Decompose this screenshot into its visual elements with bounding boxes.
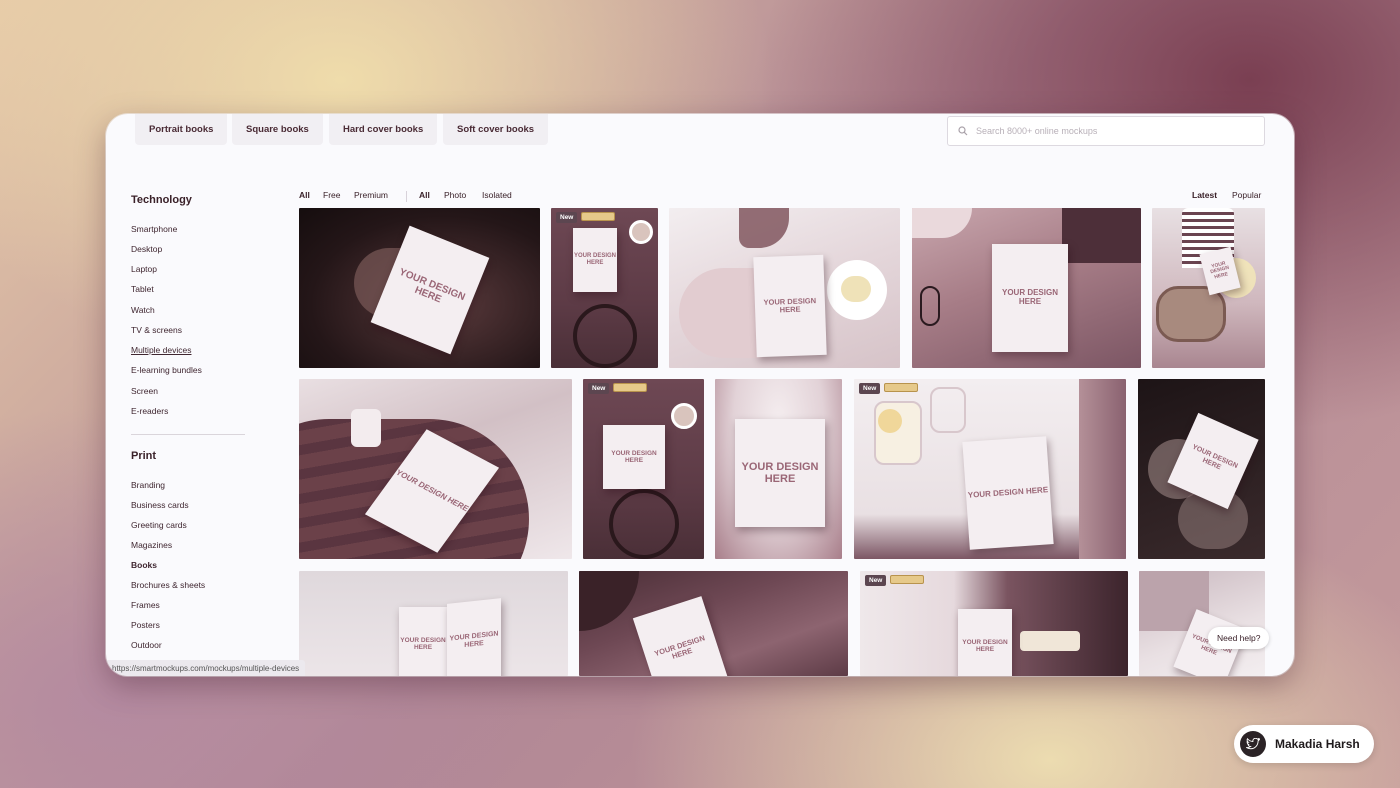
mockup-tile[interactable]: YOUR DESIGN HERE — [1152, 208, 1265, 368]
mockup-tile[interactable]: YOUR DESIGN HERE — [715, 379, 842, 559]
mockup-book-text: YOUR DESIGN HERE — [763, 295, 817, 315]
chip-square-books[interactable]: Square books — [232, 114, 323, 145]
mockup-tile[interactable]: YOUR DESIGN HERE — [579, 571, 848, 676]
search-input[interactable] — [976, 126, 1246, 136]
sidebar-item-e-learning-bundles[interactable]: E-learning bundles — [131, 365, 202, 375]
mockup-book-text: YOUR DESIGN HERE — [741, 460, 819, 485]
mockup-tile[interactable]: YOUR DESIGN HERE — [1139, 571, 1265, 676]
mockup-tile[interactable]: YOUR DESIGN HERE New — [860, 571, 1128, 676]
mockup-book-text: YOUR DESIGN HERE — [1209, 260, 1230, 281]
new-badge: New — [859, 383, 881, 394]
category-chip-bar: Portrait books Square books Hard cover b… — [106, 114, 1294, 154]
mockup-tile[interactable]: YOUR DESIGN HERE — [669, 208, 900, 368]
twitter-bird-icon — [1240, 731, 1266, 757]
filter-pricing-all[interactable]: All — [299, 190, 310, 200]
sort-popular[interactable]: Popular — [1232, 190, 1261, 200]
mockup-book: YOUR DESIGN HERE — [632, 596, 730, 676]
mockup-book-text: YOUR DESIGN HERE — [449, 630, 499, 650]
mockup-tile[interactable]: YOUR DESIGN HERE — [912, 208, 1141, 368]
sidebar-item-desktop[interactable]: Desktop — [131, 244, 162, 254]
premium-badge — [884, 383, 918, 392]
mockup-book-text: YOUR DESIGN HERE — [962, 638, 1008, 653]
sort-latest[interactable]: Latest — [1192, 190, 1217, 200]
sidebar-item-screen[interactable]: Screen — [131, 386, 158, 396]
chip-soft-cover-books[interactable]: Soft cover books — [443, 114, 549, 145]
mockup-book: YOUR DESIGN HERE — [399, 607, 447, 676]
sidebar-item-business-cards[interactable]: Business cards — [131, 500, 189, 510]
mockup-book-text: YOUR DESIGN HERE — [1190, 444, 1239, 472]
filter-pricing-free[interactable]: Free — [323, 190, 340, 200]
mockup-book: YOUR DESIGN HERE — [603, 425, 665, 489]
mockup-book-text: YOUR DESIGN HERE — [967, 484, 1049, 500]
mockup-book: YOUR DESIGN HERE — [735, 419, 825, 527]
sidebar-heading-print: Print — [131, 450, 157, 462]
mockup-book-text: YOUR DESIGN HERE — [573, 253, 616, 266]
mockup-tile[interactable]: YOUR DESIGN HERE New — [551, 208, 658, 368]
sidebar-item-tablet[interactable]: Tablet — [131, 284, 154, 294]
chip-hard-cover-books[interactable]: Hard cover books — [329, 114, 438, 145]
mockup-book-text: YOUR DESIGN HERE — [611, 449, 657, 464]
mockup-book: YOUR DESIGN HERE — [962, 436, 1054, 550]
mockup-book: YOUR DESIGN HERE — [447, 598, 501, 676]
mockup-book-text: YOUR DESIGN HERE — [394, 467, 471, 513]
premium-badge — [581, 212, 615, 221]
sidebar-item-tv-screens[interactable]: TV & screens — [131, 325, 182, 335]
mockup-book: YOUR DESIGN HERE — [992, 244, 1068, 352]
new-badge: New — [588, 383, 610, 394]
mockup-tile[interactable]: YOUR DESIGN HERE New — [854, 379, 1126, 559]
need-help-button[interactable]: Need help? — [1208, 627, 1270, 649]
mockup-book: YOUR DESIGN HERE — [958, 609, 1012, 676]
mockup-book: YOUR DESIGN HERE — [753, 254, 827, 358]
filter-type-photo[interactable]: Photo — [444, 190, 466, 200]
mockup-book-text: YOUR DESIGN HERE — [397, 266, 467, 306]
filter-bar: All Free Premium All Photo Isolated Late… — [299, 190, 1265, 204]
sidebar-item-multiple-devices[interactable]: Multiple devices — [131, 345, 191, 355]
sidebar-heading-technology: Technology — [131, 194, 192, 206]
search-icon — [958, 126, 968, 136]
sidebar-item-laptop[interactable]: Laptop — [131, 264, 157, 274]
status-bar-url: https://smartmockups.com/mockups/multipl… — [106, 660, 306, 676]
chip-portrait-books[interactable]: Portrait books — [135, 114, 228, 145]
sidebar-item-greeting-cards[interactable]: Greeting cards — [131, 520, 187, 530]
filter-pricing-premium[interactable]: Premium — [354, 190, 388, 200]
filter-type-all[interactable]: All — [419, 190, 430, 200]
premium-badge — [613, 383, 647, 392]
mockup-book-text: YOUR DESIGN HERE — [1001, 288, 1058, 306]
author-name: Makadia Harsh — [1275, 737, 1360, 751]
mockup-book-text: YOUR DESIGN HERE — [653, 633, 706, 661]
premium-badge — [890, 575, 924, 584]
mockup-book: YOUR DESIGN HERE — [370, 225, 490, 355]
sidebar-item-books[interactable]: Books — [131, 560, 157, 570]
mockup-book: YOUR DESIGN HERE — [573, 228, 617, 292]
author-badge[interactable]: Makadia Harsh — [1234, 725, 1374, 763]
mockup-book-text: YOUR DESIGN HERE — [400, 636, 446, 651]
sidebar-item-watch[interactable]: Watch — [131, 305, 155, 315]
search-box[interactable] — [947, 116, 1265, 146]
filter-type-isolated[interactable]: Isolated — [482, 190, 512, 200]
mockup-tile[interactable]: YOUR DESIGN HERE New — [583, 379, 704, 559]
sidebar-item-magazines[interactable]: Magazines — [131, 540, 172, 550]
mockup-tile[interactable]: YOUR DESIGN HERE YOUR DESIGN HERE — [299, 571, 568, 676]
sidebar-item-e-readers[interactable]: E-readers — [131, 406, 168, 416]
sidebar-item-outdoor[interactable]: Outdoor — [131, 640, 162, 650]
filter-divider — [406, 191, 407, 202]
new-badge: New — [556, 212, 578, 223]
sidebar-divider — [131, 434, 245, 435]
sidebar-item-brochures-sheets[interactable]: Brochures & sheets — [131, 580, 205, 590]
sidebar-item-branding[interactable]: Branding — [131, 480, 165, 490]
mockup-tile[interactable]: YOUR DESIGN HERE — [299, 208, 540, 368]
sidebar-item-frames[interactable]: Frames — [131, 600, 160, 610]
sidebar-item-posters[interactable]: Posters — [131, 620, 160, 630]
app-window: Portrait books Square books Hard cover b… — [106, 114, 1294, 676]
new-badge: New — [865, 575, 887, 586]
sidebar-item-smartphone[interactable]: Smartphone — [131, 224, 177, 234]
mockup-tile[interactable]: YOUR DESIGN HERE — [299, 379, 572, 559]
mockup-tile[interactable]: YOUR DESIGN HERE — [1138, 379, 1265, 559]
